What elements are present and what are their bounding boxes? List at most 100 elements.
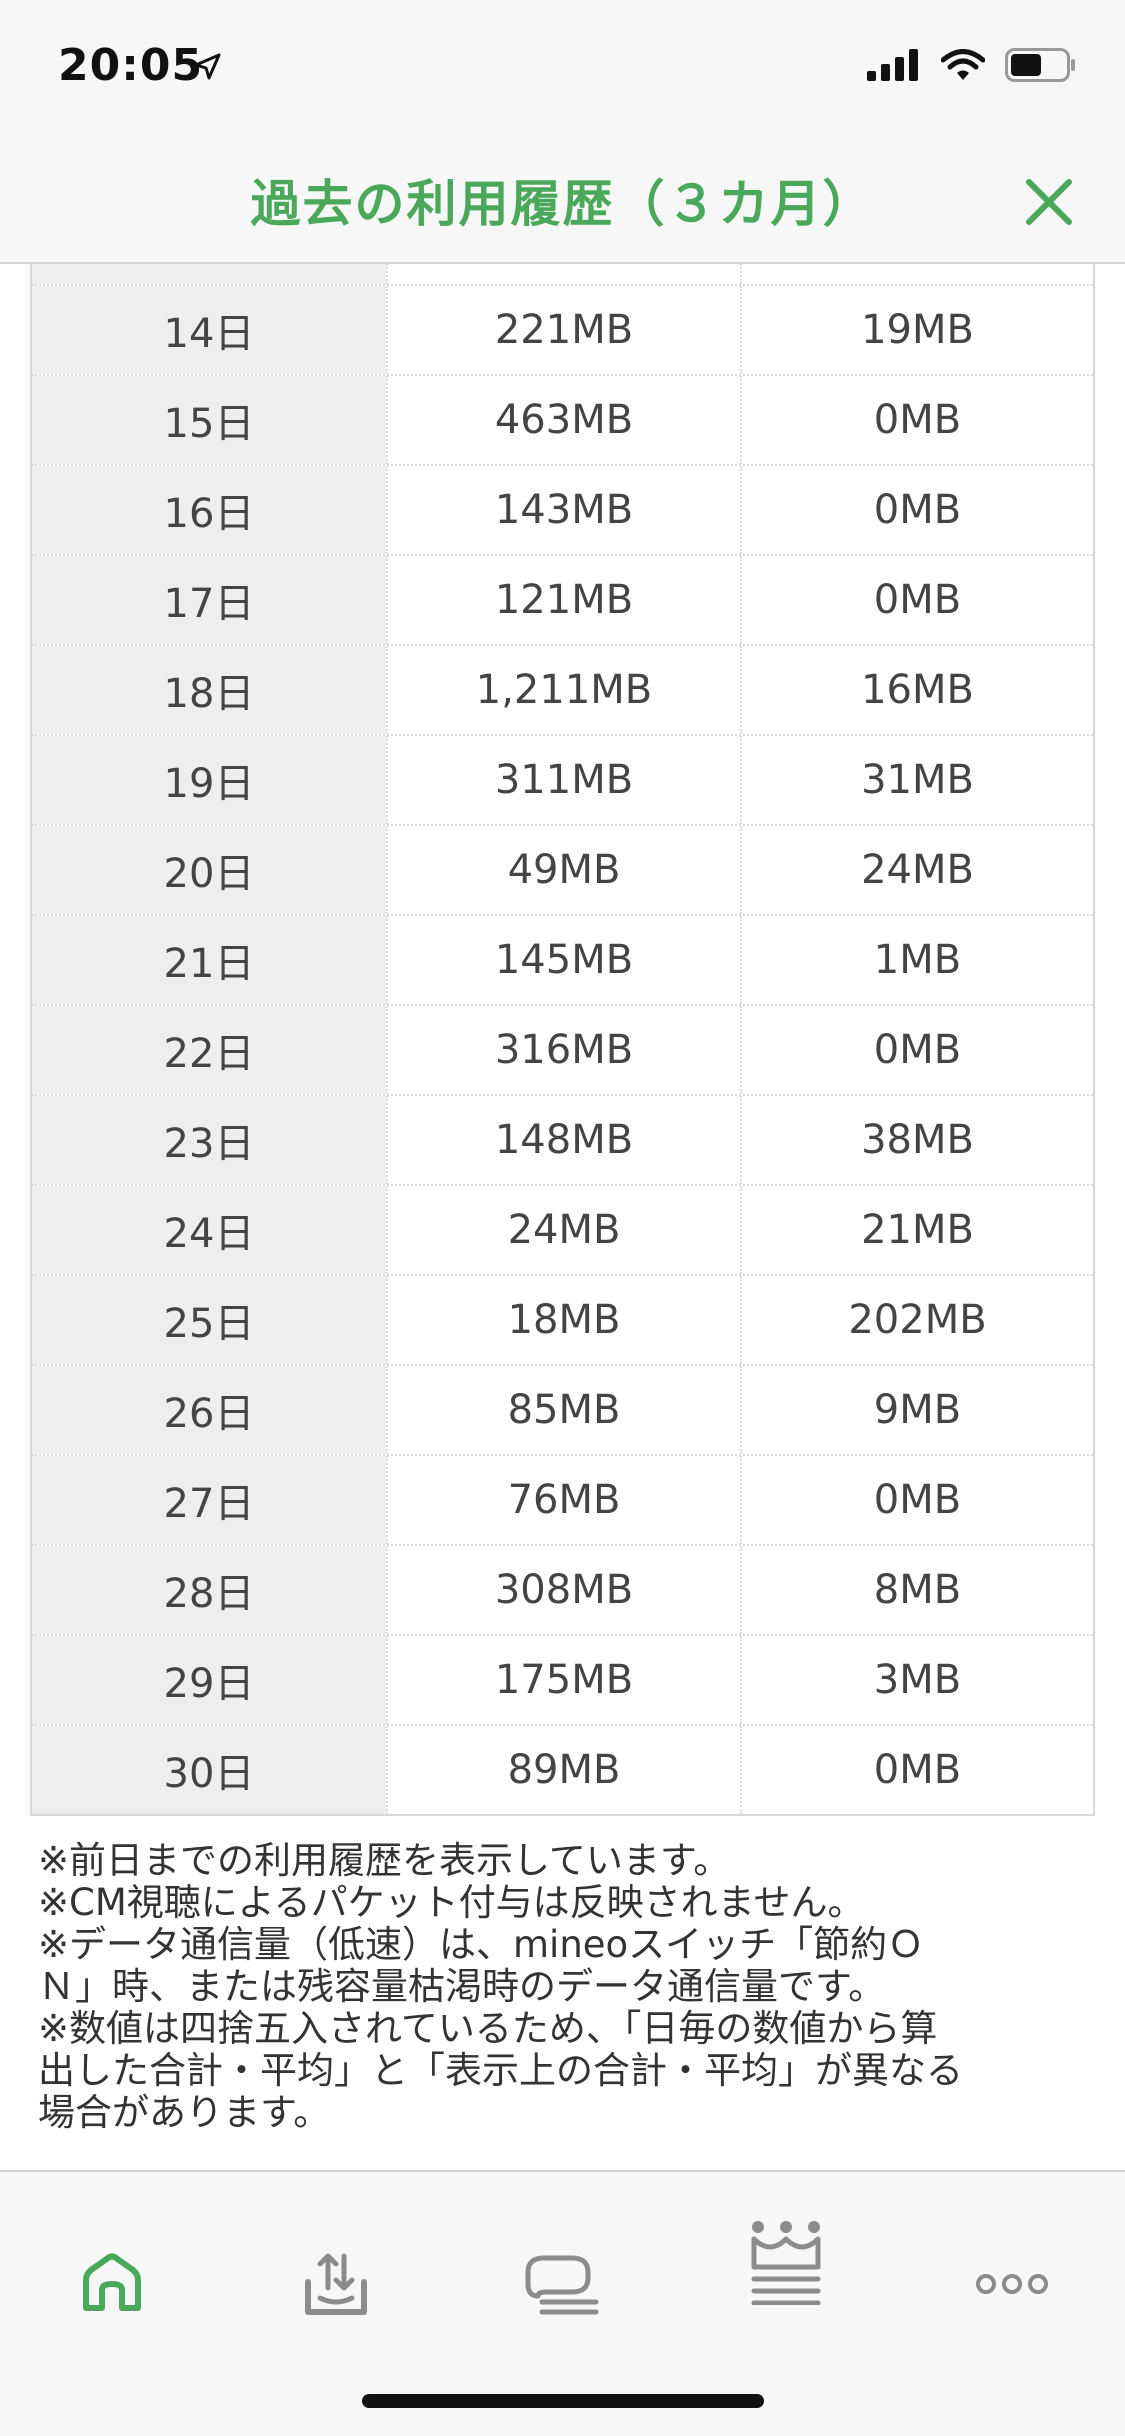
low-speed-cell: 0MB <box>740 1726 1093 1814</box>
page-title: 過去の利用履歴（３カ月） <box>250 175 875 233</box>
more-icon[interactable] <box>976 2270 1048 2298</box>
day-cell: 27日 <box>32 1456 386 1544</box>
day-cell: 23日 <box>32 1096 386 1184</box>
tab-ranking[interactable] <box>726 2202 846 2322</box>
low-speed-cell: 16MB <box>740 646 1093 734</box>
table-row: 21日 145MB 1MB <box>32 916 1093 1006</box>
low-speed-cell: 24MB <box>740 826 1093 914</box>
table-row: 27日 76MB 0MB <box>32 1456 1093 1546</box>
high-speed-cell: 308MB <box>386 1546 740 1634</box>
low-speed-cell: 1MB <box>740 916 1093 1004</box>
note-line: ※数値は四捨五入されているため、「日毎の数値から算 <box>38 2007 938 2050</box>
share-tray-icon[interactable] <box>300 2248 372 2320</box>
day-cell: 20日 <box>32 826 386 914</box>
high-speed-cell: 148MB <box>386 1096 740 1184</box>
close-button[interactable] <box>1017 170 1081 234</box>
table-row: 14日 221MB 19MB <box>32 286 1093 376</box>
day-cell: 30日 <box>32 1726 386 1814</box>
high-speed-cell: 221MB <box>386 286 740 374</box>
low-speed-cell: 202MB <box>740 1276 1093 1364</box>
high-speed-cell: 175MB <box>386 1636 740 1724</box>
high-speed-cell: 143MB <box>386 466 740 554</box>
day-cell: 15日 <box>32 376 386 464</box>
table-row: 29日 175MB 3MB <box>32 1636 1093 1726</box>
day-cell: 26日 <box>32 1366 386 1454</box>
table-row: 28日 308MB 8MB <box>32 1546 1093 1636</box>
high-speed-cell: 24MB <box>386 1186 740 1274</box>
chat-bubble-icon[interactable] <box>524 2252 600 2316</box>
day-cell: 24日 <box>32 1186 386 1274</box>
table-row: 30日 89MB 0MB <box>32 1726 1093 1814</box>
table-row: 20日 49MB 24MB <box>32 826 1093 916</box>
tab-share[interactable] <box>276 2224 396 2344</box>
day-cell: 21日 <box>32 916 386 1004</box>
low-speed-cell: 9MB <box>740 1366 1093 1454</box>
low-speed-cell: 0MB <box>740 466 1093 554</box>
table-row: 17日 121MB 0MB <box>32 556 1093 646</box>
low-speed-cell: 3MB <box>740 1636 1093 1724</box>
table-row: 16日 143MB 0MB <box>32 466 1093 556</box>
day-cell: 17日 <box>32 556 386 644</box>
high-speed-cell: 49MB <box>386 826 740 914</box>
table-row: 18日 1,211MB 16MB <box>32 646 1093 736</box>
low-speed-cell: 21MB <box>740 1186 1093 1274</box>
high-speed-cell: 18MB <box>386 1276 740 1364</box>
low-speed-cell: 31MB <box>740 736 1093 824</box>
table-row: 24日 24MB 21MB <box>32 1186 1093 1276</box>
high-speed-cell: 463MB <box>386 376 740 464</box>
nav-bar: 過去の利用履歴（３カ月） <box>0 140 1125 264</box>
tab-more[interactable] <box>952 2224 1072 2344</box>
wifi-icon <box>941 49 985 80</box>
battery-icon <box>1005 48 1075 82</box>
high-speed-cell: 311MB <box>386 736 740 824</box>
table-row: 19日 311MB 31MB <box>32 736 1093 826</box>
low-speed-cell: 38MB <box>740 1096 1093 1184</box>
table-row: 22日 316MB 0MB <box>32 1006 1093 1096</box>
high-speed-cell: 76MB <box>386 1456 740 1544</box>
low-speed-cell: 8MB <box>740 1546 1093 1634</box>
tab-home[interactable] <box>52 2224 172 2344</box>
low-speed-cell: 19MB <box>740 286 1093 374</box>
day-cell: 22日 <box>32 1006 386 1094</box>
high-speed-cell: 316MB <box>386 1006 740 1094</box>
cellular-signal-icon <box>867 49 918 81</box>
high-speed-cell: 89MB <box>386 1726 740 1814</box>
table-top-partial-row <box>32 264 1093 286</box>
high-speed-cell: 145MB <box>386 916 740 1004</box>
day-cell: 16日 <box>32 466 386 554</box>
location-arrow-icon <box>194 53 221 80</box>
low-speed-cell: 0MB <box>740 556 1093 644</box>
low-speed-cell: 0MB <box>740 376 1093 464</box>
note-line: Ｎ」時、または残容量枯渇時のデータ通信量です。 <box>38 1965 886 2008</box>
high-speed-cell: 121MB <box>386 556 740 644</box>
crown-icon[interactable] <box>748 2219 824 2305</box>
day-cell: 18日 <box>32 646 386 734</box>
notes: ※前日までの利用履歴を表示しています。 ※CM視聴によるパケット付与は反映されま… <box>38 1840 1098 2134</box>
note-line: 場合があります。 <box>38 2091 331 2134</box>
note-line: ※データ通信量（低速）は、mineoスイッチ「節約Ｏ <box>38 1923 925 1966</box>
usage-table[interactable]: 14日 221MB 19MB 15日 463MB 0MB 16日 143MB 0MB 17日 121… <box>30 264 1095 1816</box>
status-bar: 20:05 <box>0 0 1125 140</box>
table-row: 26日 85MB 9MB <box>32 1366 1093 1456</box>
home-icon[interactable] <box>76 2252 148 2316</box>
day-cell: 29日 <box>32 1636 386 1724</box>
note-line: ※CM視聴によるパケット付与は反映されません。 <box>38 1881 865 1924</box>
day-cell: 28日 <box>32 1546 386 1634</box>
high-speed-cell: 85MB <box>386 1366 740 1454</box>
note-line: ※前日までの利用履歴を表示しています。 <box>38 1839 731 1882</box>
table-body: 14日 221MB 19MB 15日 463MB 0MB 16日 143MB 0MB 17日 121… <box>32 286 1093 1814</box>
close-icon[interactable] <box>1026 179 1072 225</box>
table-row: 23日 148MB 38MB <box>32 1096 1093 1186</box>
table-row: 15日 463MB 0MB <box>32 376 1093 466</box>
high-speed-cell: 1,211MB <box>386 646 740 734</box>
day-cell: 14日 <box>32 286 386 374</box>
status-indicators <box>867 48 1077 82</box>
table-row: 25日 18MB 202MB <box>32 1276 1093 1366</box>
day-cell: 25日 <box>32 1276 386 1364</box>
status-time: 20:05 <box>58 40 204 91</box>
low-speed-cell: 0MB <box>740 1456 1093 1544</box>
home-indicator[interactable] <box>362 2394 764 2408</box>
low-speed-cell: 0MB <box>740 1006 1093 1094</box>
tab-community[interactable] <box>502 2224 622 2344</box>
note-line: 出した合計・平均」と「表示上の合計・平均」が異なる <box>38 2049 963 2092</box>
